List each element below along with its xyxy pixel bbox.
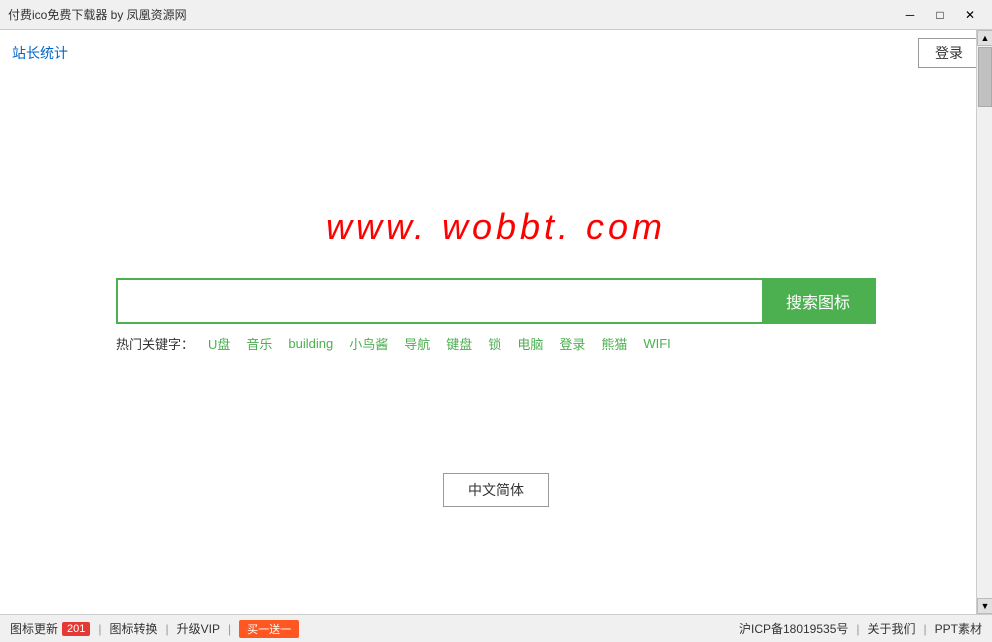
convert-label[interactable]: 图标转换 [110,620,158,637]
close-button[interactable]: ✕ [956,5,984,25]
language-button[interactable]: 中文简体 [443,473,549,507]
hot-keywords-label: 热门关键字： [116,334,194,353]
separator-3: | [228,622,231,636]
keyword-navigation[interactable]: 导航 [404,334,430,353]
window-title: 付费ico免费下载器 by 凤凰资源网 [8,6,187,23]
keyword-lock[interactable]: 锁 [488,334,501,353]
update-count-badge: 201 [62,622,90,636]
bottom-bar: 图标更新 201 | 图标转换 | 升级VIP | 买一送一 沪ICP备1801… [0,614,992,642]
search-button[interactable]: 搜索图标 [762,280,874,322]
scrollbar-down-button[interactable]: ▼ [977,598,992,614]
center-content: www. wobbt. com 搜索图标 热门关键字： U盘 音乐 buildi… [0,206,992,507]
update-section: 图标更新 201 [10,620,90,637]
upgrade-label[interactable]: 升级VIP [177,620,220,637]
title-bar: 付费ico免费下载器 by 凤凰资源网 ─ □ ✕ [0,0,992,30]
keyword-building[interactable]: building [288,336,333,351]
site-title: www. wobbt. com [326,206,666,248]
main-area: 站长统计 登录 www. wobbt. com 搜索图标 热门关键字： U盘 音… [0,30,992,614]
lang-btn-area: 中文简体 [443,473,549,507]
separator-5: | [924,622,927,636]
top-bar: 站长统计 登录 [0,30,992,76]
separator-4: | [856,622,859,636]
keyword-music[interactable]: 音乐 [246,334,272,353]
buy-badge[interactable]: 买一送一 [239,620,299,638]
site-stats-link[interactable]: 站长统计 [12,43,68,63]
scrollbar-thumb[interactable] [978,47,992,107]
minimize-button[interactable]: ─ [896,5,924,25]
separator-1: | [98,622,101,636]
keyword-u-disk[interactable]: U盘 [208,334,230,353]
about-link[interactable]: 关于我们 [868,620,916,637]
bottom-right: 沪ICP备18019535号 | 关于我们 | PPT素材 [739,620,982,637]
keyword-computer[interactable]: 电脑 [517,334,543,353]
update-label: 图标更新 [10,620,58,637]
login-button[interactable]: 登录 [918,38,980,68]
keyword-wifi[interactable]: WIFI [643,336,670,351]
keyword-keyboard[interactable]: 键盘 [446,334,472,353]
ppt-link[interactable]: PPT素材 [935,620,982,637]
search-input[interactable] [118,280,762,322]
hot-keywords: 热门关键字： U盘 音乐 building 小鸟酱 导航 键盘 锁 电脑 登录 … [116,334,876,353]
keyword-panda[interactable]: 熊猫 [601,334,627,353]
keyword-login[interactable]: 登录 [559,334,585,353]
keyword-xiao-niao-jiang[interactable]: 小鸟酱 [349,334,388,353]
scrollbar-track: ▲ ▼ [976,30,992,614]
maximize-button[interactable]: □ [926,5,954,25]
icp-label: 沪ICP备18019535号 [739,620,848,637]
scrollbar-up-button[interactable]: ▲ [977,30,992,46]
window-controls: ─ □ ✕ [896,5,984,25]
search-area: 搜索图标 [116,278,876,324]
separator-2: | [166,622,169,636]
